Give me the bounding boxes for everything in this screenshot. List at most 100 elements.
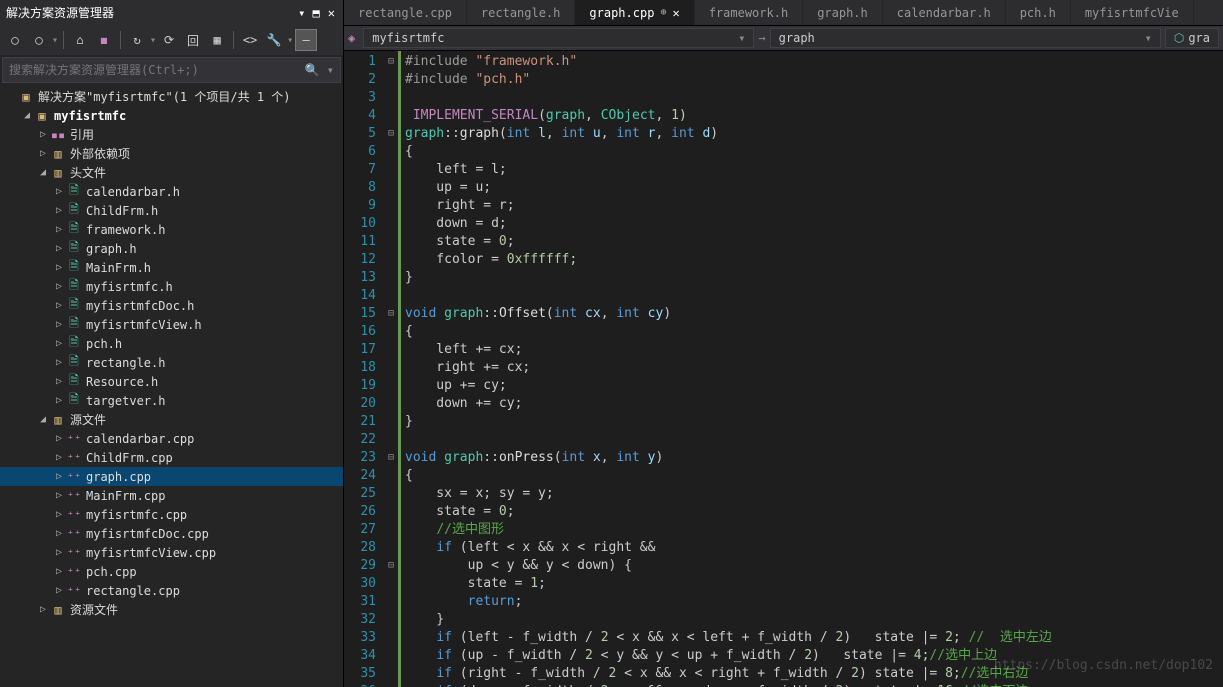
fold-toggle[interactable]	[384, 71, 398, 89]
chevron-icon[interactable]: ▷	[52, 243, 66, 254]
fold-toggle[interactable]	[384, 251, 398, 269]
scope-icon[interactable]: ◼	[93, 29, 115, 51]
chevron-icon[interactable]: ▷	[52, 338, 66, 349]
tree-item-calendarbar-h[interactable]: ▷🗎calendarbar.h	[0, 182, 343, 201]
chevron-icon[interactable]: ▷	[52, 452, 66, 463]
fold-toggle[interactable]	[384, 215, 398, 233]
fold-toggle[interactable]	[384, 683, 398, 687]
chevron-icon[interactable]: ▷	[52, 471, 66, 482]
fold-toggle[interactable]: ⊟	[384, 449, 398, 467]
tree-item-childfrm-h[interactable]: ▷🗎ChildFrm.h	[0, 201, 343, 220]
tree-item-rectangle-h[interactable]: ▷🗎rectangle.h	[0, 353, 343, 372]
fold-toggle[interactable]	[384, 611, 398, 629]
chevron-icon[interactable]: ▷	[52, 224, 66, 235]
tree-item-graph-h[interactable]: ▷🗎graph.h	[0, 239, 343, 258]
tree-item-pch-cpp[interactable]: ▷⁺⁺pch.cpp	[0, 562, 343, 581]
pin-icon[interactable]: ▾ ⬒	[296, 4, 322, 22]
back-icon[interactable]: ◯	[4, 29, 26, 51]
tree-item-myfisrtmfcview-h[interactable]: ▷🗎myfisrtmfcView.h	[0, 315, 343, 334]
chevron-icon[interactable]: ▷	[52, 528, 66, 539]
close-icon[interactable]: ✕	[672, 6, 679, 20]
code-editor[interactable]: 1234567891011121314151617181920212223242…	[344, 51, 1223, 687]
fold-toggle[interactable]	[384, 89, 398, 107]
fold-toggle[interactable]	[384, 665, 398, 683]
fold-toggle[interactable]	[384, 413, 398, 431]
chevron-icon[interactable]: ▷	[52, 319, 66, 330]
home-icon[interactable]: ⌂	[69, 29, 91, 51]
properties-icon[interactable]: 🔧	[263, 29, 285, 51]
collapse-icon[interactable]: 回	[182, 29, 204, 51]
fold-toggle[interactable]	[384, 233, 398, 251]
tree-item-mainfrm-h[interactable]: ▷🗎MainFrm.h	[0, 258, 343, 277]
breadcrumb-file[interactable]: myfisrtmfc ▾	[363, 28, 754, 48]
pin-icon[interactable]: ⊕	[660, 7, 666, 18]
fold-toggle[interactable]	[384, 521, 398, 539]
view-code-icon[interactable]: <>	[239, 29, 261, 51]
chevron-icon[interactable]: ▷	[52, 262, 66, 273]
fold-toggle[interactable]: ⊟	[384, 53, 398, 71]
fold-toggle[interactable]	[384, 539, 398, 557]
chevron-icon[interactable]: ▷	[52, 547, 66, 558]
forward-icon[interactable]: ◯	[28, 29, 50, 51]
tab-graph-h[interactable]: graph.h	[803, 0, 883, 25]
tab-rectangle-h[interactable]: rectangle.h	[467, 0, 575, 25]
chevron-icon[interactable]: ▷	[52, 186, 66, 197]
chevron-icon[interactable]: ▷	[52, 395, 66, 406]
code-content[interactable]: #include "framework.h"#include "pch.h" I…	[398, 51, 1223, 687]
search-box[interactable]: 🔍 ▾	[2, 57, 341, 83]
chevron-icon[interactable]: ◢	[36, 167, 50, 178]
fold-toggle[interactable]: ⊟	[384, 305, 398, 323]
tab-framework-h[interactable]: framework.h	[695, 0, 803, 25]
chevron-icon[interactable]: ▷	[52, 281, 66, 292]
tree-item-targetver-h[interactable]: ▷🗎targetver.h	[0, 391, 343, 410]
chevron-icon[interactable]: ▷	[52, 585, 66, 596]
fold-toggle[interactable]	[384, 179, 398, 197]
tab-myfisrtmfcVie[interactable]: myfisrtmfcVie	[1071, 0, 1194, 25]
tree-item--[interactable]: ▷▪▪引用	[0, 125, 343, 144]
tree-item-resource-h[interactable]: ▷🗎Resource.h	[0, 372, 343, 391]
tree-item-myfisrtmfcdoc-h[interactable]: ▷🗎myfisrtmfcDoc.h	[0, 296, 343, 315]
tree-item-myfisrtmfc-h[interactable]: ▷🗎myfisrtmfc.h	[0, 277, 343, 296]
fold-toggle[interactable]	[384, 269, 398, 287]
fold-toggle[interactable]	[384, 431, 398, 449]
chevron-icon[interactable]: ▷	[52, 566, 66, 577]
chevron-icon[interactable]: ◢	[20, 110, 34, 121]
tree-item-mainfrm-cpp[interactable]: ▷⁺⁺MainFrm.cpp	[0, 486, 343, 505]
fold-toggle[interactable]	[384, 287, 398, 305]
fold-toggle[interactable]	[384, 143, 398, 161]
chevron-icon[interactable]: ▷	[52, 433, 66, 444]
fold-toggle[interactable]	[384, 341, 398, 359]
tree-item-myfisrtmfcdoc-cpp[interactable]: ▷⁺⁺myfisrtmfcDoc.cpp	[0, 524, 343, 543]
sync-icon[interactable]: ↻	[126, 29, 148, 51]
breadcrumb-member[interactable]: ⬡ gra	[1165, 28, 1219, 48]
chevron-icon[interactable]: ▷	[52, 357, 66, 368]
fold-toggle[interactable]	[384, 395, 398, 413]
fold-toggle[interactable]	[384, 359, 398, 377]
fold-toggle[interactable]	[384, 629, 398, 647]
chevron-icon[interactable]: ◢	[36, 414, 50, 425]
tab-graph-cpp[interactable]: graph.cpp⊕✕	[575, 0, 694, 25]
tree-item--myfisrtmfc-1-1-[interactable]: ▣解决方案"myfisrtmfc"(1 个项目/共 1 个)	[0, 87, 343, 106]
fold-toggle[interactable]	[384, 575, 398, 593]
tree-item--[interactable]: ◢▥头文件	[0, 163, 343, 182]
tree-item-childfrm-cpp[interactable]: ▷⁺⁺ChildFrm.cpp	[0, 448, 343, 467]
chevron-icon[interactable]: ▷	[52, 300, 66, 311]
search-icon[interactable]: 🔍 ▾	[305, 63, 334, 77]
fold-toggle[interactable]	[384, 377, 398, 395]
tab-calendarbar-h[interactable]: calendarbar.h	[883, 0, 1006, 25]
breadcrumb-symbol[interactable]: graph ▾	[770, 28, 1161, 48]
close-icon[interactable]: ✕	[326, 4, 337, 22]
tree-item-calendarbar-cpp[interactable]: ▷⁺⁺calendarbar.cpp	[0, 429, 343, 448]
refresh-icon[interactable]: ⟳	[158, 29, 180, 51]
chevron-icon[interactable]: ▷	[52, 490, 66, 501]
chevron-icon[interactable]: ▷	[36, 604, 50, 615]
solution-tree[interactable]: ▣解决方案"myfisrtmfc"(1 个项目/共 1 个)◢▣myfisrtm…	[0, 85, 343, 687]
tree-item-myfisrtmfcview-cpp[interactable]: ▷⁺⁺myfisrtmfcView.cpp	[0, 543, 343, 562]
chevron-icon[interactable]: ▷	[36, 148, 50, 159]
fold-toggle[interactable]	[384, 467, 398, 485]
fold-toggle[interactable]: ⊟	[384, 557, 398, 575]
tree-item-graph-cpp[interactable]: ▷⁺⁺graph.cpp	[0, 467, 343, 486]
tree-item-rectangle-cpp[interactable]: ▷⁺⁺rectangle.cpp	[0, 581, 343, 600]
fold-toggle[interactable]	[384, 485, 398, 503]
fold-toggle[interactable]	[384, 197, 398, 215]
